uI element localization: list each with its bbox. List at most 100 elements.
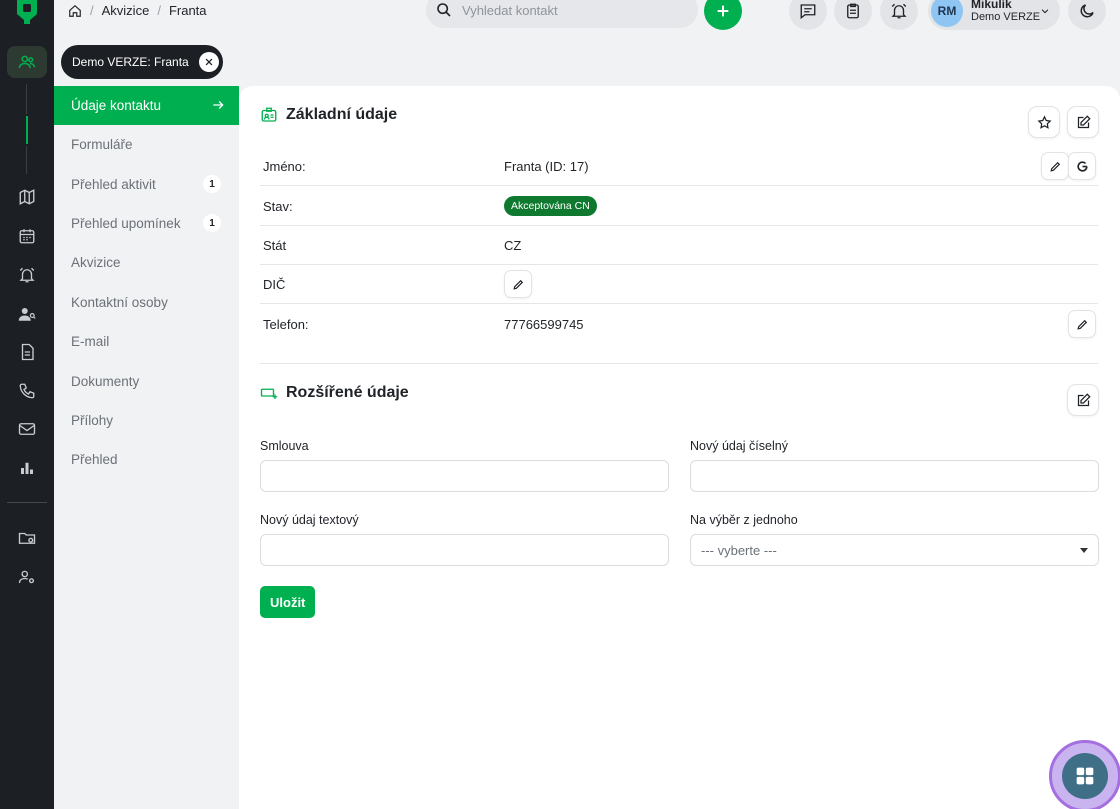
caret-down-icon — [1080, 548, 1088, 553]
home-icon[interactable] — [68, 4, 82, 18]
rail-active-indicator — [26, 116, 28, 144]
subnav-item-udaje-kontaktu[interactable]: Údaje kontaktu — [54, 86, 239, 125]
na-vyber-select[interactable]: --- vyberte --- — [690, 534, 1099, 566]
edit-phone-button[interactable] — [1068, 310, 1096, 338]
subnav-item-kontaktni-osoby[interactable]: Kontaktní osoby — [54, 283, 239, 322]
breadcrumb-separator: / — [90, 3, 94, 18]
subnav-item-label: Kontaktní osoby — [71, 294, 168, 310]
subnav-item-dokumenty[interactable]: Dokumenty — [54, 361, 239, 400]
calendar-icon[interactable] — [7, 220, 47, 252]
field-label: Jméno: — [263, 159, 306, 174]
rail-divider — [7, 502, 47, 503]
mail-icon[interactable] — [7, 413, 47, 445]
status-badge: Akceptována CN — [504, 196, 597, 216]
count-badge: 1 — [203, 175, 221, 194]
search-input[interactable] — [462, 2, 682, 18]
phone-icon[interactable] — [7, 375, 47, 407]
pencil-icon — [1049, 161, 1060, 172]
table-row: Stát CZ — [260, 226, 1098, 265]
edit-extended-button[interactable] — [1067, 384, 1099, 416]
user-settings-icon[interactable] — [7, 561, 47, 593]
breadcrumb-item[interactable]: Akvizice — [102, 3, 150, 18]
messages-button[interactable] — [789, 0, 827, 30]
subnav-item-label: Přehled — [71, 452, 118, 468]
section-title-text: Rozšířené údaje — [286, 384, 409, 401]
user-name: Mikulík — [971, 0, 1012, 11]
subnav-item-prehled[interactable]: Přehled — [54, 440, 239, 479]
table-row: DIČ — [260, 265, 1098, 304]
rail-connector — [26, 146, 27, 174]
subnav-item-label: Dokumenty — [71, 373, 140, 389]
breadcrumb: / Akvizice / Franta — [68, 3, 207, 18]
folder-settings-icon[interactable] — [7, 522, 47, 554]
alerts-button[interactable] — [880, 0, 918, 30]
alarm-bell-icon — [891, 3, 907, 19]
theme-toggle-button[interactable] — [1068, 0, 1106, 30]
field-value: 77766599745 — [504, 317, 584, 332]
select-value: --- vyberte --- — [701, 542, 777, 558]
search-box[interactable] — [426, 0, 698, 28]
document-icon[interactable] — [7, 336, 47, 368]
moon-icon — [1080, 4, 1094, 18]
alarm-icon[interactable] — [7, 259, 47, 291]
field-label: DIČ — [263, 277, 286, 292]
section-divider — [260, 363, 1098, 364]
subnav-item-prehled-aktivit[interactable]: Přehled aktivit 1 — [54, 164, 239, 203]
rail-connector — [26, 84, 27, 114]
subnav-item-prehled-upominek[interactable]: Přehled upomínek 1 — [54, 204, 239, 243]
google-search-button[interactable] — [1068, 152, 1096, 180]
section-title-extended: Rozšířené údaje — [260, 384, 409, 402]
contacts-nav-icon[interactable] — [7, 46, 47, 78]
add-button[interactable] — [704, 0, 742, 30]
search-icon — [437, 3, 451, 17]
field-label: Stát — [263, 238, 287, 253]
google-icon — [1076, 160, 1088, 172]
subnav-item-label: E-mail — [71, 334, 110, 350]
subnav-item-email[interactable]: E-mail — [54, 322, 239, 361]
avatar: RM — [931, 0, 963, 27]
apps-fab-button[interactable] — [1049, 740, 1120, 809]
pencil-icon — [512, 279, 523, 290]
smlouva-input[interactable] — [260, 460, 669, 492]
subnav-item-formulare[interactable]: Formuláře — [54, 125, 239, 164]
tab-label: Demo VERZE: Franta — [72, 55, 189, 69]
section-title-basic: Základní údaje — [260, 106, 397, 124]
subnav-item-label: Akvizice — [71, 255, 121, 271]
field-label: Nový údaj textový — [260, 513, 359, 527]
subnav-item-akvizice[interactable]: Akvizice — [54, 243, 239, 282]
app-logo-icon[interactable] — [14, 0, 40, 24]
edit-dic-button[interactable] — [504, 270, 532, 298]
field-label: Na výběr z jednoho — [690, 513, 798, 527]
close-tab-button[interactable] — [198, 52, 219, 72]
pencil-icon — [1076, 319, 1087, 330]
subnav-item-label: Údaje kontaktu — [71, 98, 162, 113]
edit-name-button[interactable] — [1041, 152, 1069, 180]
close-icon — [205, 58, 213, 66]
count-badge: 1 — [203, 214, 221, 233]
subnav-item-label: Přehled upomínek — [71, 215, 181, 231]
subnav-item-prilohy[interactable]: Přílohy — [54, 401, 239, 440]
table-row: Telefon: 77766599745 — [260, 304, 1098, 344]
user-menu[interactable]: RM Mikulík Demo VERZE — [928, 0, 1060, 30]
field-value: Franta (ID: 17) — [504, 159, 589, 174]
novy-udaj-textovy-input[interactable] — [260, 534, 669, 566]
grid-icon — [1076, 767, 1094, 785]
clipboard-icon — [847, 3, 859, 19]
breadcrumb-item[interactable]: Franta — [169, 3, 207, 18]
user-search-icon[interactable] — [7, 298, 47, 330]
save-button[interactable]: Uložit — [260, 586, 316, 618]
chat-icon — [800, 4, 816, 20]
tasks-button[interactable] — [834, 0, 872, 30]
novy-udaj-ciselny-input[interactable] — [690, 460, 1099, 492]
open-contact-tab[interactable]: Demo VERZE: Franta — [61, 45, 223, 79]
main-panel: Základní údaje Jméno: Franta (ID: 17) St… — [239, 86, 1120, 809]
field-add-icon — [260, 388, 278, 399]
field-label: Nový údaj číselný — [690, 439, 788, 453]
user-info: Mikulík Demo VERZE — [971, 0, 1040, 24]
chevron-down-icon — [1041, 9, 1049, 14]
map-icon[interactable] — [7, 181, 47, 213]
favorite-button[interactable] — [1028, 106, 1060, 138]
edit-basic-button[interactable] — [1067, 106, 1099, 138]
bar-chart-icon[interactable] — [7, 452, 47, 484]
fab-inner — [1062, 753, 1108, 799]
